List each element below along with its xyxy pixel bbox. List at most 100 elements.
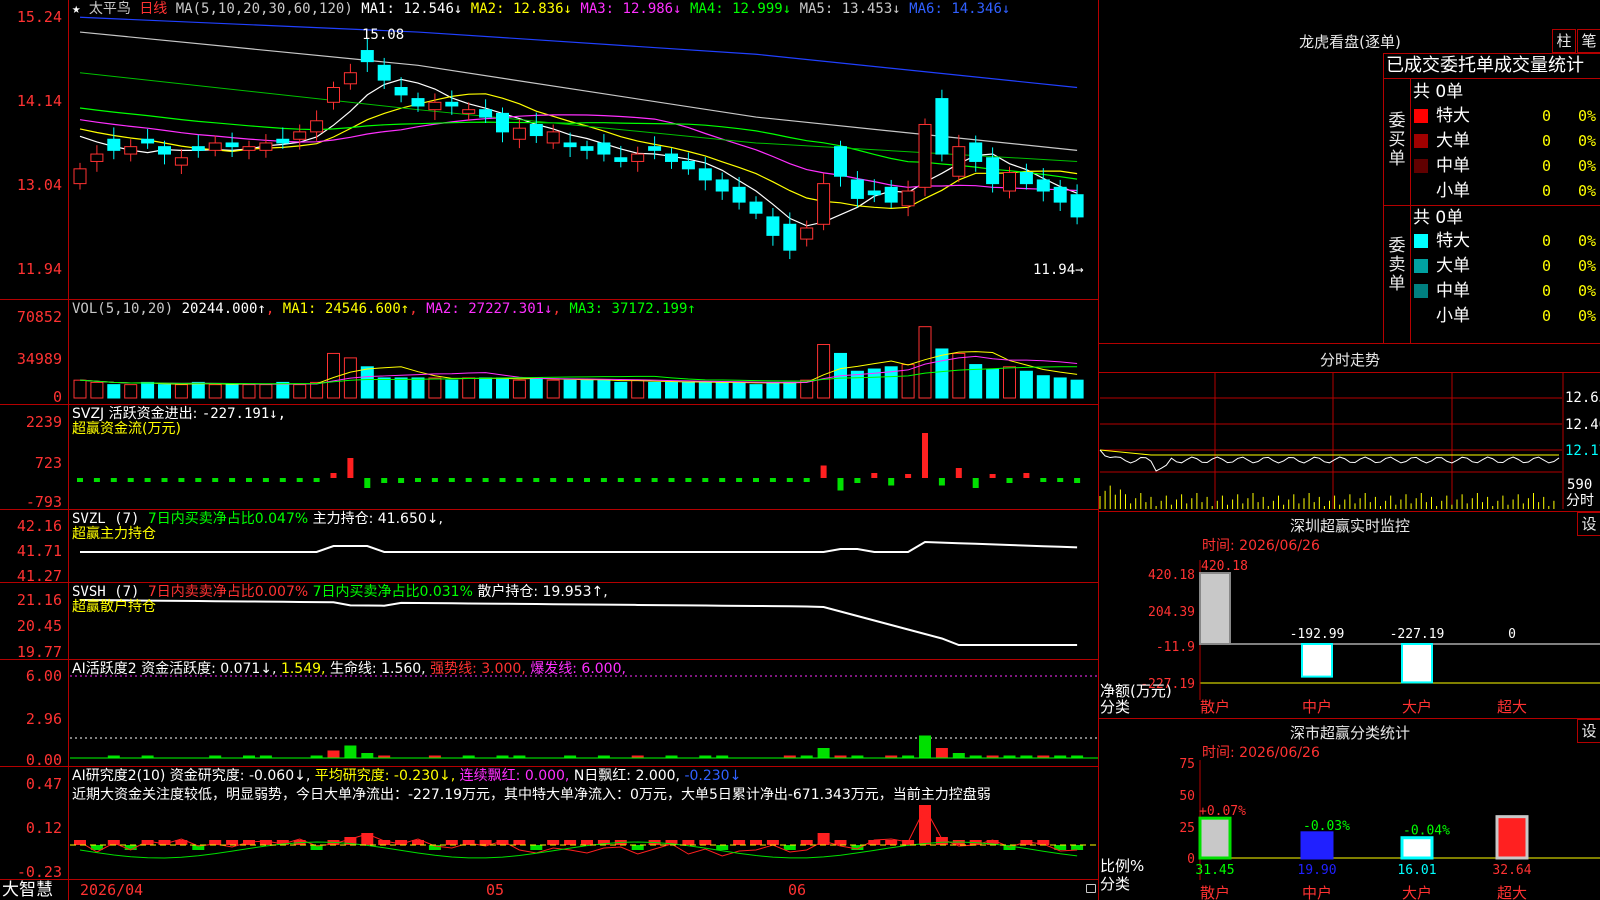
intraday-axis: 12.17	[1565, 443, 1600, 459]
flow-bar	[888, 478, 895, 486]
ma2-value: MA2: 12.836↓	[470, 1, 572, 17]
dt-divider	[1383, 78, 1600, 79]
flow-bar	[719, 478, 726, 482]
flow-bar	[736, 478, 743, 482]
brand-logo: 大智慧	[2, 880, 53, 900]
research-bar	[800, 840, 813, 845]
retail-line	[79, 599, 1078, 646]
main-right-divider	[1098, 0, 1099, 900]
flow-bar	[1074, 478, 1081, 483]
volume-bar	[631, 379, 645, 399]
flow-bar	[482, 478, 489, 482]
candle	[259, 142, 273, 151]
research-bar	[547, 840, 560, 845]
ai-research-axis-label: 0.47	[25, 775, 62, 793]
sell-row-name: 中单	[1436, 281, 1470, 301]
research-bar	[699, 840, 712, 845]
volume-bar	[107, 384, 121, 399]
candle	[800, 227, 814, 240]
monitor-settings-button[interactable]: 设	[1577, 512, 1600, 536]
flow-bar	[144, 478, 151, 482]
flow-bar	[1040, 478, 1047, 482]
candle	[327, 87, 340, 103]
lock-icon[interactable]	[1086, 884, 1096, 893]
intraday-axis: 12.63	[1565, 390, 1600, 406]
flow-bar	[584, 478, 590, 482]
monitor-axis-label: -11.9	[1156, 640, 1195, 655]
flow-bar	[347, 458, 354, 478]
vol-ma3: MA3: 37172.199↑	[569, 301, 696, 317]
flow-bar	[533, 478, 540, 482]
candle	[208, 142, 222, 151]
candle	[529, 123, 543, 137]
classify-settings-button[interactable]: 设	[1577, 719, 1600, 743]
intraday-axis: 12.40	[1565, 417, 1600, 433]
flow-bar	[77, 478, 83, 482]
candle	[665, 153, 678, 162]
price-axis-label: 15.24	[16, 8, 62, 26]
flow-bar	[296, 478, 303, 482]
monitor-axis-label: 420.18	[1148, 568, 1195, 583]
candle	[817, 183, 831, 225]
candle	[563, 142, 577, 148]
candle	[191, 146, 205, 151]
svsh-label: SVSH (7)	[72, 584, 148, 600]
volume-bar	[411, 377, 425, 399]
date-axis-june: 06	[788, 881, 807, 899]
sell-row-count: 0	[1542, 282, 1552, 300]
research-bar	[1071, 845, 1084, 850]
period-label[interactable]: 日线	[139, 1, 167, 17]
candle	[158, 146, 171, 155]
favorite-star-icon[interactable]: ★	[72, 1, 80, 17]
classify-title: 深市超赢分类统计	[1289, 724, 1410, 742]
flow-bar	[955, 468, 962, 478]
price-axis-label: 13.04	[16, 176, 62, 194]
flow-bar	[702, 478, 709, 482]
candle	[141, 138, 155, 144]
monitor-bar	[1301, 643, 1333, 678]
candle	[174, 157, 188, 166]
research-bar	[631, 845, 644, 850]
volume-bar	[174, 384, 188, 399]
sell-row-pct: 0%	[1578, 282, 1597, 300]
ma1-value: MA1: 12.546↓	[361, 1, 463, 17]
sell-row-swatch	[1414, 284, 1428, 298]
flow-bar	[381, 478, 388, 483]
buy-row-swatch	[1414, 159, 1428, 173]
vol-axis-label: 0	[52, 388, 62, 406]
panel-divider	[1098, 511, 1600, 512]
buy-row-pct: 0%	[1578, 107, 1597, 125]
classify-axis-label: 75	[1179, 757, 1195, 772]
dt-divider	[1410, 78, 1411, 343]
buy-row-count: 0	[1542, 157, 1552, 175]
avg-price-line	[1099, 449, 1559, 456]
ai-research-cont: 连续飘红: 0.000,	[459, 768, 574, 784]
candle	[597, 142, 611, 155]
kline-chart[interactable]	[0, 0, 1098, 900]
tick-view-button[interactable]: 笔	[1577, 29, 1600, 53]
flow-bar	[1006, 478, 1013, 483]
bar-view-button[interactable]: 柱	[1552, 29, 1576, 53]
flow-bar	[229, 478, 236, 482]
candle	[580, 146, 594, 151]
svzl-subtitle: 超赢主力持仓	[72, 526, 156, 542]
dragon-tiger-title: 龙虎看盘(逐单)	[1299, 33, 1401, 51]
date-axis-start: 2026/04	[80, 881, 144, 899]
candle	[952, 146, 966, 177]
candle	[901, 190, 915, 207]
candle	[648, 146, 662, 151]
ai-active-avg: 1.549,	[280, 661, 330, 677]
flow-bar	[989, 474, 996, 478]
ai-research-avg: 平均研究度: -0.230↓,	[314, 768, 460, 784]
stock-name: 太平鸟	[88, 1, 131, 17]
date-axis-may: 05	[486, 881, 505, 899]
flow-bar	[262, 478, 269, 482]
activity-bar	[327, 750, 340, 758]
classify-date: 时间: 2026/06/26	[1202, 745, 1320, 761]
ai-comment: 近期大资金关注度较低，明显弱势，今日大单净流出：-227.19万元，其中特大单净…	[72, 787, 991, 803]
buy-row-pct: 0%	[1578, 182, 1597, 200]
volume-bar	[377, 377, 391, 399]
monitor-bar-label: 420.18	[1201, 559, 1248, 574]
activity-bar	[361, 753, 374, 758]
volume-bar	[293, 384, 307, 399]
